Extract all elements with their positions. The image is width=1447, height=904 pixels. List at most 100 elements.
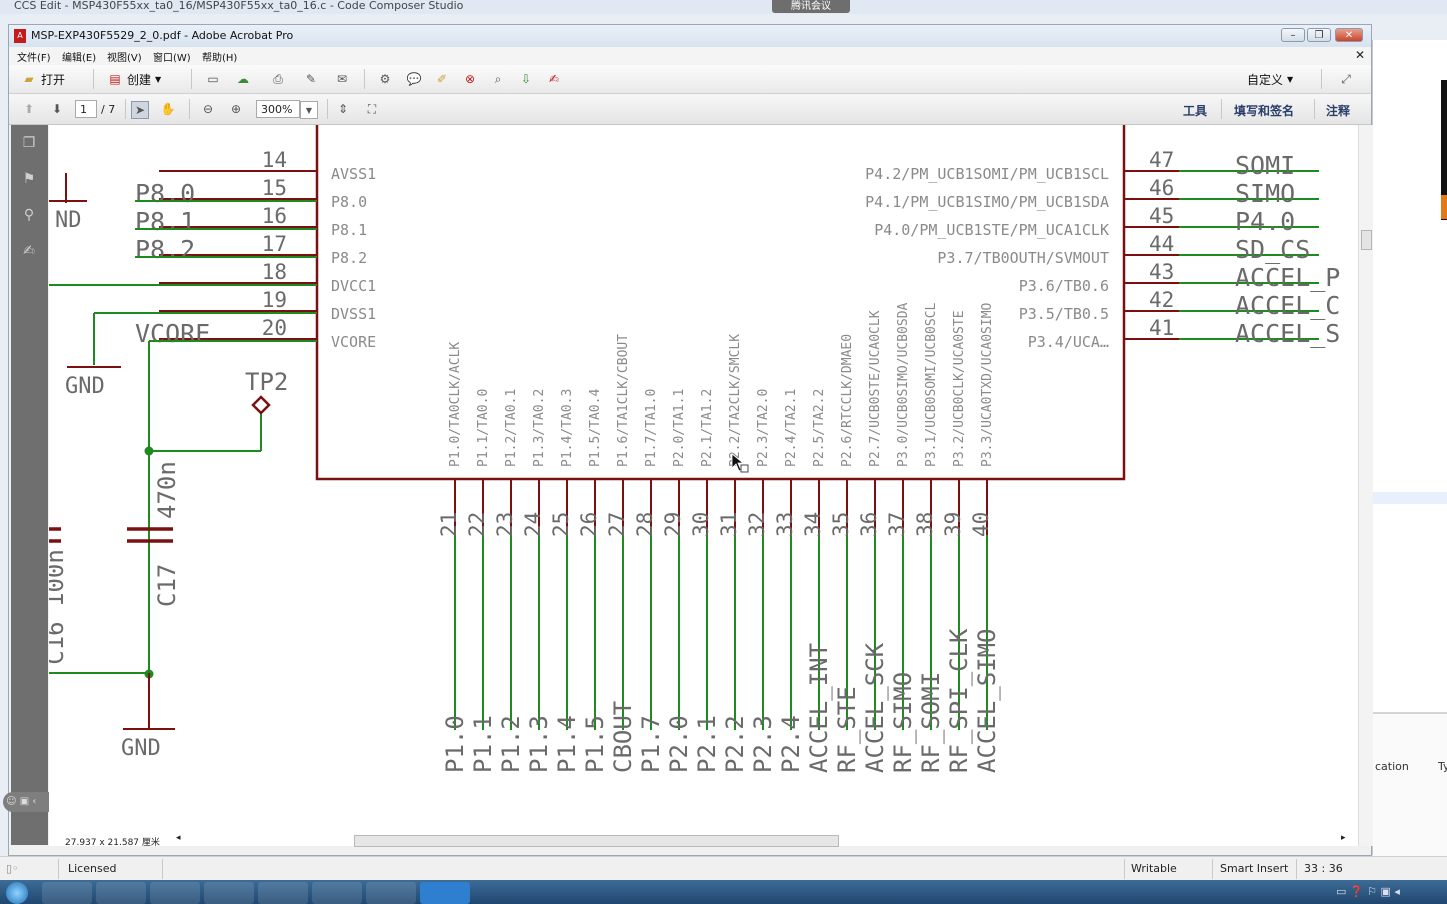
pin-name: P3.4/UCA… bbox=[1028, 333, 1109, 351]
previous-page-icon[interactable]: ⬆ bbox=[21, 101, 37, 117]
comment-icon[interactable]: 💬 bbox=[406, 71, 422, 87]
menu-help[interactable]: 帮助(H) bbox=[202, 49, 237, 64]
navigation-pane: ❐ ⚑ ⚲ ✍ bbox=[11, 125, 48, 845]
fit-width-icon[interactable]: ⇕ bbox=[335, 101, 351, 117]
pin-number: 46 bbox=[1149, 176, 1174, 200]
pin-name: P1.1/TA0.0 bbox=[476, 389, 491, 467]
signature-icon[interactable]: ✍ bbox=[19, 241, 39, 261]
navigation-toolbar: ⬆ ⬇ 1 / 7 ➤ ✋ ⊖ ⊕ 300% ▼ ⇕ ⛶ 工具 填写和签名 注释 bbox=[9, 94, 1371, 125]
comment-link[interactable]: 注释 bbox=[1326, 102, 1350, 119]
taskbar-explorer-icon[interactable] bbox=[42, 882, 92, 904]
pin-number: 47 bbox=[1149, 148, 1174, 172]
attachment-icon[interactable]: ⚲ bbox=[19, 205, 39, 225]
toolbar-divider bbox=[191, 69, 192, 89]
create-pdf-icon: ▤ bbox=[109, 72, 121, 86]
pin-name: P4.0/PM_UCB1STE/PM_UCA1CLK bbox=[874, 221, 1109, 239]
taskbar-ccs-icon[interactable] bbox=[420, 882, 470, 904]
open-button[interactable]: ▰ 打开 bbox=[21, 69, 65, 89]
pages-icon[interactable]: ❐ bbox=[19, 133, 39, 153]
ccs-problems-table bbox=[1373, 712, 1447, 857]
settings-gear-icon[interactable]: ⚙ bbox=[377, 71, 393, 87]
document-close-icon[interactable]: ✕ bbox=[1355, 48, 1365, 62]
select-cursor-icon[interactable]: ➤ bbox=[131, 101, 149, 119]
menu-view[interactable]: 视图(V) bbox=[107, 49, 142, 64]
menu-window[interactable]: 窗口(W) bbox=[153, 49, 191, 64]
print-icon[interactable]: ⎙ bbox=[270, 71, 286, 87]
page-size-readout: 27.937 x 21.587 厘米 bbox=[65, 838, 160, 848]
zoom-in-icon[interactable]: ⊕ bbox=[228, 101, 244, 117]
close-button[interactable]: ✕ bbox=[1335, 28, 1363, 42]
net-label: P1.4 bbox=[553, 715, 581, 773]
save-icon[interactable]: ▭ bbox=[205, 71, 221, 87]
create-button[interactable]: ▤ 创建 ▼ bbox=[107, 69, 161, 89]
scroll-right-icon[interactable]: ▸ bbox=[1341, 833, 1346, 843]
horizontal-scroll-thumb[interactable] bbox=[354, 835, 839, 847]
vertical-scrollbar[interactable] bbox=[1358, 125, 1373, 846]
pin-name: P1.5/TA0.4 bbox=[588, 389, 603, 467]
document-view[interactable]: 14 AVSS1 15 P8.0 P8.0 16 P8.1 P8.1 17 P8.2 P8.2 18 D… bbox=[49, 125, 1358, 846]
customize-button[interactable]: 自定义 ▼ bbox=[1247, 69, 1293, 89]
upload-icon[interactable]: ☁ bbox=[235, 71, 251, 87]
delete-page-icon[interactable]: ⊗ bbox=[462, 71, 478, 87]
pin-number: 38 bbox=[913, 512, 937, 537]
status-divider bbox=[58, 859, 59, 879]
pin-number: 16 bbox=[262, 204, 287, 228]
taskbar-acrobat-icon[interactable] bbox=[258, 882, 308, 904]
schematic-drawing: 14 AVSS1 15 P8.0 P8.0 16 P8.1 P8.1 17 P8.2 P8.2 18 D… bbox=[49, 125, 1340, 774]
page-number-input[interactable]: 1 bbox=[75, 100, 97, 118]
scroll-left-icon[interactable]: ◂ bbox=[176, 833, 181, 843]
page-search-icon[interactable]: ⌕ bbox=[490, 71, 506, 87]
taskbar-app-icon[interactable] bbox=[366, 882, 416, 904]
net-label: P4.0 bbox=[1235, 207, 1295, 236]
fill-sign-link[interactable]: 填写和签名 bbox=[1234, 102, 1294, 119]
sign-icon[interactable]: ✍ bbox=[546, 71, 562, 87]
toolbar-divider bbox=[1314, 99, 1315, 119]
table-header-location[interactable]: cation bbox=[1375, 760, 1409, 773]
chevron-down-icon: ▼ bbox=[1287, 74, 1294, 84]
maximize-button[interactable]: ❐ bbox=[1307, 28, 1331, 42]
highlight-icon[interactable]: ✐ bbox=[434, 71, 450, 87]
email-icon[interactable]: ✉ bbox=[334, 71, 350, 87]
hand-tool-icon[interactable]: ✋ bbox=[160, 101, 176, 117]
start-button[interactable] bbox=[0, 880, 34, 904]
net-label: VCORE bbox=[135, 319, 210, 348]
taskbar-powerpoint-icon[interactable] bbox=[150, 882, 200, 904]
zoom-input[interactable]: 300% bbox=[256, 100, 300, 118]
pin-number: 37 bbox=[885, 512, 909, 537]
taskbar-computer-icon[interactable] bbox=[312, 882, 362, 904]
net-label: P8.2 bbox=[135, 235, 195, 264]
pin-name: DVSS1 bbox=[331, 305, 376, 323]
main-toolbar: ▰ 打开 ▤ 创建 ▼ ▭ ☁ ⎙ ✎ ✉ ⚙ 💬 ✐ ⊗ ⌕ ⇩ ✍ 自定义 … bbox=[9, 65, 1371, 94]
status-bar: ▯◦ Licensed Writable Smart Insert 33 : 3… bbox=[0, 856, 1447, 881]
pdf-icon: A bbox=[14, 29, 26, 43]
net-label: ACCEL_SIMO bbox=[973, 629, 1001, 774]
writable-status: Writable bbox=[1131, 862, 1177, 875]
meeting-badge[interactable]: 腾讯会议 bbox=[772, 0, 850, 13]
bookmark-icon[interactable]: ⚑ bbox=[19, 169, 39, 189]
license-status: Licensed bbox=[68, 862, 117, 875]
expand-icon[interactable]: ⤢ bbox=[1338, 71, 1354, 87]
pin-name: P3.2/UCB0CLK/UCA0STE bbox=[952, 310, 967, 467]
export-icon[interactable]: ⇩ bbox=[518, 71, 534, 87]
pin-number: 26 bbox=[577, 512, 601, 537]
fit-page-icon[interactable]: ⛶ bbox=[364, 101, 380, 117]
menu-file[interactable]: 文件(F) bbox=[17, 49, 51, 64]
zoom-dropdown-icon[interactable]: ▼ bbox=[300, 101, 318, 119]
menu-edit[interactable]: 编辑(E) bbox=[62, 49, 96, 64]
edit-icon[interactable]: ✎ bbox=[303, 71, 319, 87]
pin-name: P1.6/TA1CLK/CBOUT bbox=[616, 334, 631, 467]
taskbar-app-icon[interactable] bbox=[96, 882, 146, 904]
next-page-icon[interactable]: ⬇ bbox=[49, 101, 65, 117]
minimize-button[interactable]: – bbox=[1281, 28, 1305, 42]
tray-icons[interactable]: ▭ ❓ ⚐ ▣ ◂ bbox=[1336, 885, 1400, 898]
status-divider bbox=[1124, 859, 1125, 879]
vertical-scroll-thumb[interactable] bbox=[1361, 230, 1372, 250]
pin-number: 32 bbox=[745, 512, 769, 537]
tools-link[interactable]: 工具 bbox=[1183, 102, 1207, 119]
zoom-out-icon[interactable]: ⊖ bbox=[200, 101, 216, 117]
gnd-label: GND bbox=[65, 374, 105, 399]
table-header-type[interactable]: Ty bbox=[1438, 760, 1447, 773]
net-label: ACCEL_S bbox=[1235, 319, 1340, 348]
taskbar-app-icon[interactable] bbox=[204, 882, 254, 904]
pin-number: 42 bbox=[1149, 288, 1174, 312]
